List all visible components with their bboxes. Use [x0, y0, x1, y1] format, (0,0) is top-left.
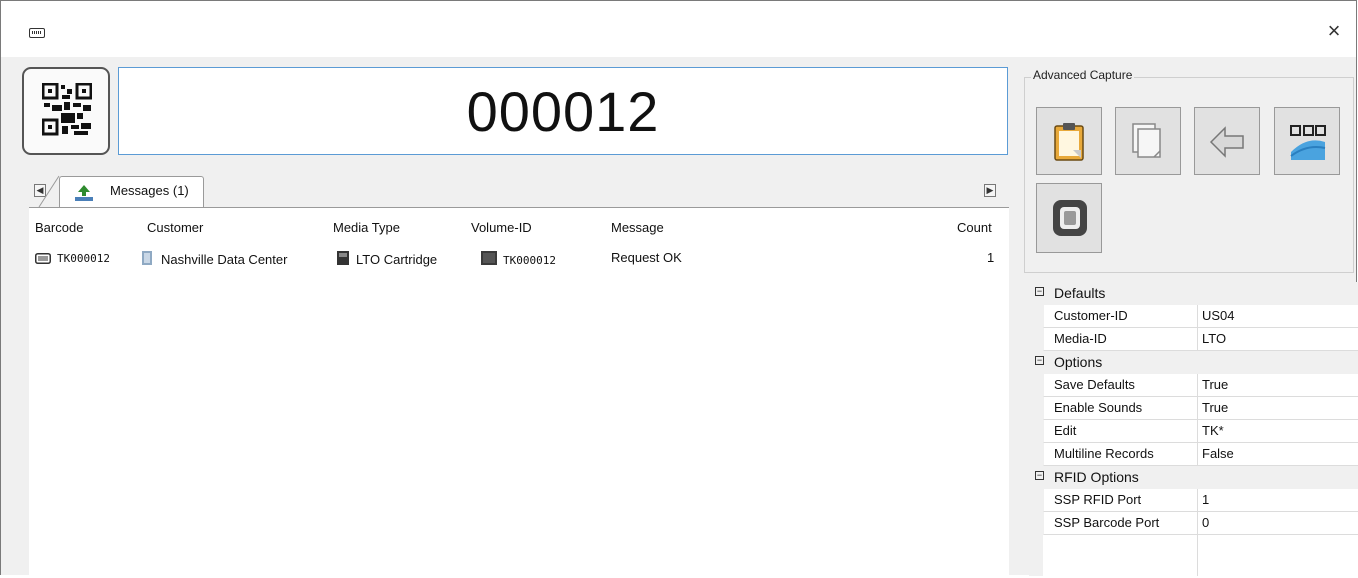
property-row[interactable]: SSP Barcode Port 0	[1029, 512, 1358, 535]
row-customer: Nashville Data Center	[161, 252, 288, 267]
clipboard-icon	[1054, 123, 1084, 161]
property-row[interactable]: Enable Sounds True	[1029, 397, 1358, 420]
collapse-icon[interactable]: −	[1035, 356, 1044, 365]
tab-messages-label: Messages (1)	[110, 183, 189, 198]
rfid-capture-button[interactable]	[1036, 183, 1102, 253]
property-name: Enable Sounds	[1043, 397, 1197, 420]
property-name: Customer-ID	[1043, 305, 1197, 328]
category-options[interactable]: − Options	[1029, 351, 1358, 374]
cartridge-icon	[337, 251, 349, 265]
rfid-chip-icon	[1053, 200, 1087, 236]
property-row[interactable]: Save Defaults True	[1029, 374, 1358, 397]
collapse-icon[interactable]: −	[1035, 471, 1044, 480]
customer-building-icon	[142, 251, 152, 265]
arrow-left-icon	[1209, 126, 1244, 158]
property-value[interactable]: TK*	[1197, 420, 1358, 443]
property-row[interactable]: Multiline Records False	[1029, 443, 1358, 466]
col-header-message[interactable]: Message	[611, 220, 664, 235]
scan-qr-button[interactable]	[22, 67, 110, 155]
barcode-icon	[35, 253, 51, 264]
qr-code-icon	[42, 83, 92, 136]
property-value[interactable]: LTO	[1197, 328, 1358, 351]
category-label: Options	[1054, 354, 1103, 370]
property-value[interactable]: 0	[1197, 512, 1358, 535]
property-name: SSP RFID Port	[1043, 489, 1197, 512]
close-button[interactable]: ×	[1322, 19, 1346, 43]
col-header-barcode[interactable]: Barcode	[35, 220, 83, 235]
property-grid: − Defaults Customer-ID US04 Media-ID LTO…	[1029, 282, 1358, 576]
clipboard-capture-button[interactable]	[1036, 107, 1102, 175]
messages-table: Barcode Customer Media Type Volume-ID Me…	[29, 207, 1009, 578]
row-media-type: LTO Cartridge	[356, 252, 438, 267]
import-capture-button[interactable]	[1194, 107, 1260, 175]
property-value[interactable]: 1	[1197, 489, 1358, 512]
col-header-customer[interactable]: Customer	[147, 220, 203, 235]
row-message: Request OK	[611, 250, 682, 265]
property-value[interactable]: US04	[1197, 305, 1358, 328]
col-header-count[interactable]: Count	[957, 220, 992, 235]
qr-barcode-icon	[1290, 125, 1326, 160]
property-row[interactable]: Media-ID LTO	[1029, 328, 1358, 351]
property-row[interactable]: SSP RFID Port 1	[1029, 489, 1358, 512]
copy-capture-button[interactable]	[1115, 107, 1181, 175]
row-volume-id: TK000012	[503, 254, 556, 267]
col-header-media-type[interactable]: Media Type	[333, 220, 400, 235]
property-name: Media-ID	[1043, 328, 1197, 351]
property-name: Edit	[1043, 420, 1197, 443]
collapse-icon[interactable]: −	[1035, 287, 1044, 296]
tab-strip: ◀ Messages (1) ▶	[1, 171, 1011, 208]
property-name: SSP Barcode Port	[1043, 512, 1197, 535]
volume-icon	[481, 251, 497, 265]
row-barcode: TK000012	[57, 252, 110, 265]
category-label: Defaults	[1054, 285, 1106, 301]
property-value[interactable]: False	[1197, 443, 1358, 466]
barcode-scanner-app-icon	[29, 28, 45, 38]
col-header-volume-id[interactable]: Volume-ID	[471, 220, 532, 235]
copy-pages-icon	[1132, 123, 1161, 158]
barcode-input[interactable]: 000012	[118, 67, 1008, 155]
qr-capture-button[interactable]	[1274, 107, 1340, 175]
category-label: RFID Options	[1054, 469, 1139, 485]
tab-edge-decoration	[38, 175, 60, 207]
title-bar: ×	[1, 1, 1356, 57]
property-value[interactable]: True	[1197, 374, 1358, 397]
property-row[interactable]: Edit TK*	[1029, 420, 1358, 443]
row-count: 1	[987, 250, 995, 265]
property-name: Save Defaults	[1043, 374, 1197, 397]
category-defaults[interactable]: − Defaults	[1029, 282, 1358, 305]
property-row[interactable]: Customer-ID US04	[1029, 305, 1358, 328]
app-window: × 000012 ◀ Messages (1) ▶ Barcode Custom…	[0, 0, 1358, 578]
property-name: Multiline Records	[1043, 443, 1197, 466]
advanced-capture-title: Advanced Capture	[1031, 68, 1135, 82]
messages-tray-icon	[75, 185, 93, 201]
tab-scroll-right-button[interactable]: ▶	[984, 184, 996, 197]
category-rfid-options[interactable]: − RFID Options	[1029, 466, 1358, 489]
property-value[interactable]: True	[1197, 397, 1358, 420]
tab-messages[interactable]: Messages (1)	[59, 176, 204, 208]
